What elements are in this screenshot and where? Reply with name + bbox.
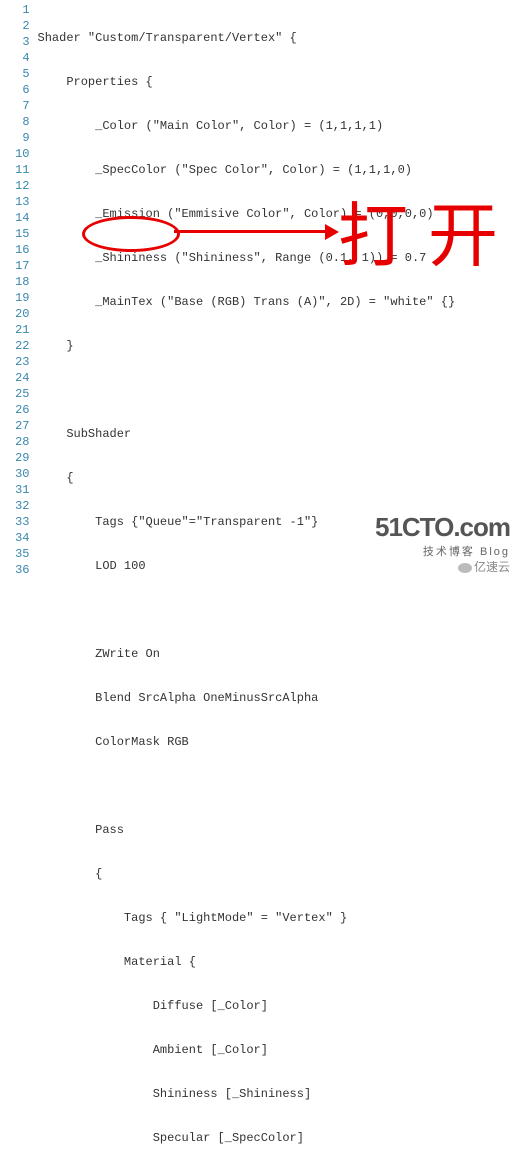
line-number: 9 xyxy=(0,130,30,146)
code-line[interactable]: Blend SrcAlpha OneMinusSrcAlpha xyxy=(38,690,520,706)
line-number: 19 xyxy=(0,290,30,306)
line-number: 16 xyxy=(0,242,30,258)
code-line[interactable]: Pass xyxy=(38,822,520,838)
code-line[interactable]: Specular [_SpecColor] xyxy=(38,1130,520,1146)
line-number: 2 xyxy=(0,18,30,34)
watermark-51cto: 51CTO.com 技术博客 Blog xyxy=(375,512,510,559)
line-number: 8 xyxy=(0,114,30,130)
line-number: 26 xyxy=(0,402,30,418)
code-line[interactable]: _SpecColor ("Spec Color", Color) = (1,1,… xyxy=(38,162,520,178)
watermark-main: 51CTO.com xyxy=(375,512,510,543)
line-number: 15 xyxy=(0,226,30,242)
code-line[interactable]: Material { xyxy=(38,954,520,970)
code-line[interactable]: Ambient [_Color] xyxy=(38,1042,520,1058)
code-line[interactable]: { xyxy=(38,470,520,486)
line-number: 18 xyxy=(0,274,30,290)
line-number: 20 xyxy=(0,306,30,322)
code-line[interactable]: LOD 100 xyxy=(38,558,520,574)
code-line[interactable]: Shininess [_Shininess] xyxy=(38,1086,520,1102)
line-number: 36 xyxy=(0,562,30,578)
code-line[interactable]: _MainTex ("Base (RGB) Trans (A)", 2D) = … xyxy=(38,294,520,310)
line-number: 14 xyxy=(0,210,30,226)
line-number-gutter: 1 2 3 4 5 6 7 8 9 10 11 12 13 14 15 16 1… xyxy=(0,0,38,1162)
line-number: 25 xyxy=(0,386,30,402)
line-number: 10 xyxy=(0,146,30,162)
line-number: 28 xyxy=(0,434,30,450)
code-line[interactable] xyxy=(38,382,520,398)
code-line[interactable]: ColorMask RGB xyxy=(38,734,520,750)
line-number: 32 xyxy=(0,498,30,514)
watermark-yisu-text: 亿速云 xyxy=(474,560,510,574)
line-number: 30 xyxy=(0,466,30,482)
line-number: 4 xyxy=(0,50,30,66)
code-content[interactable]: Shader "Custom/Transparent/Vertex" { Pro… xyxy=(38,0,520,1162)
code-line[interactable]: ZWrite On xyxy=(38,646,520,662)
code-editor: 1 2 3 4 5 6 7 8 9 10 11 12 13 14 15 16 1… xyxy=(0,0,520,1162)
code-line[interactable]: Tags { "LightMode" = "Vertex" } xyxy=(38,910,520,926)
line-number: 5 xyxy=(0,66,30,82)
code-line[interactable]: { xyxy=(38,866,520,882)
line-number: 1 xyxy=(0,2,30,18)
code-line[interactable]: _Color ("Main Color", Color) = (1,1,1,1) xyxy=(38,118,520,134)
line-number: 27 xyxy=(0,418,30,434)
line-number: 21 xyxy=(0,322,30,338)
line-number: 17 xyxy=(0,258,30,274)
code-line[interactable] xyxy=(38,602,520,618)
code-line[interactable]: Shader "Custom/Transparent/Vertex" { xyxy=(38,30,520,46)
cloud-icon xyxy=(458,563,472,573)
line-number: 35 xyxy=(0,546,30,562)
code-line[interactable]: SubShader xyxy=(38,426,520,442)
code-line[interactable]: } xyxy=(38,338,520,354)
line-number: 22 xyxy=(0,338,30,354)
line-number: 7 xyxy=(0,98,30,114)
code-line[interactable]: _Shininess ("Shininess", Range (0.1, 1))… xyxy=(38,250,520,266)
line-number: 24 xyxy=(0,370,30,386)
line-number: 6 xyxy=(0,82,30,98)
line-number: 12 xyxy=(0,178,30,194)
watermark-sub: 技术博客 Blog xyxy=(375,543,510,559)
line-number: 13 xyxy=(0,194,30,210)
watermark-yisu: 亿速云 xyxy=(458,558,510,575)
line-number: 3 xyxy=(0,34,30,50)
line-number: 11 xyxy=(0,162,30,178)
line-number: 23 xyxy=(0,354,30,370)
code-line[interactable]: Properties { xyxy=(38,74,520,90)
line-number: 34 xyxy=(0,530,30,546)
line-number: 33 xyxy=(0,514,30,530)
line-number: 31 xyxy=(0,482,30,498)
line-number: 29 xyxy=(0,450,30,466)
code-line[interactable]: Diffuse [_Color] xyxy=(38,998,520,1014)
code-line[interactable] xyxy=(38,778,520,794)
code-line[interactable]: _Emission ("Emmisive Color", Color) = (0… xyxy=(38,206,520,222)
